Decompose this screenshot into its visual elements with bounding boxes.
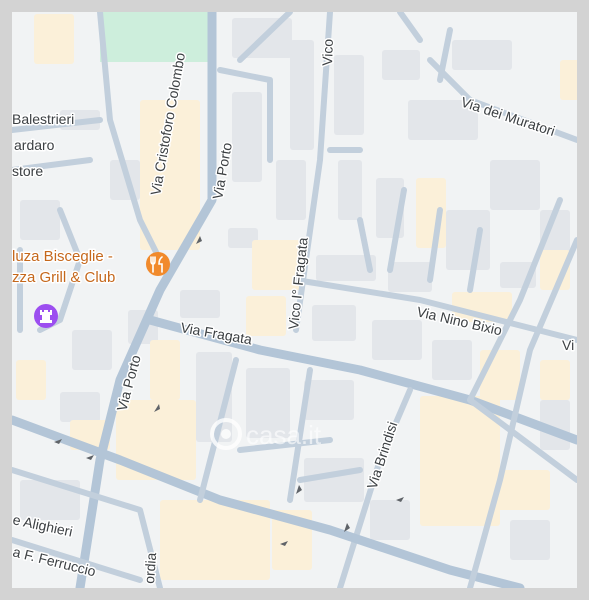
street-label-bardaro: ardaro — [14, 137, 55, 153]
street-label-right-edge: Vi — [562, 337, 574, 353]
poi-purple[interactable] — [34, 304, 58, 328]
poi-restaurant-label-line1[interactable]: luza Bisceglie - — [12, 247, 114, 267]
street-label-store: store — [12, 163, 43, 179]
fork-knife-icon[interactable] — [146, 252, 170, 276]
watermark-text: casa.it — [246, 420, 322, 450]
map-frame[interactable]: Balestrieri Via Cristoforo Colombo ardar… — [12, 12, 577, 588]
street-label-balestrieri: Balestrieri — [12, 111, 74, 127]
map-canvas[interactable]: Balestrieri Via Cristoforo Colombo ardar… — [12, 12, 577, 588]
poi-restaurant-label-line2[interactable]: zza Grill & Club — [12, 268, 117, 288]
park-area — [100, 12, 210, 62]
street-label-vico-upper: Vico — [319, 38, 336, 66]
street-label-cordia: ordia — [141, 552, 159, 584]
